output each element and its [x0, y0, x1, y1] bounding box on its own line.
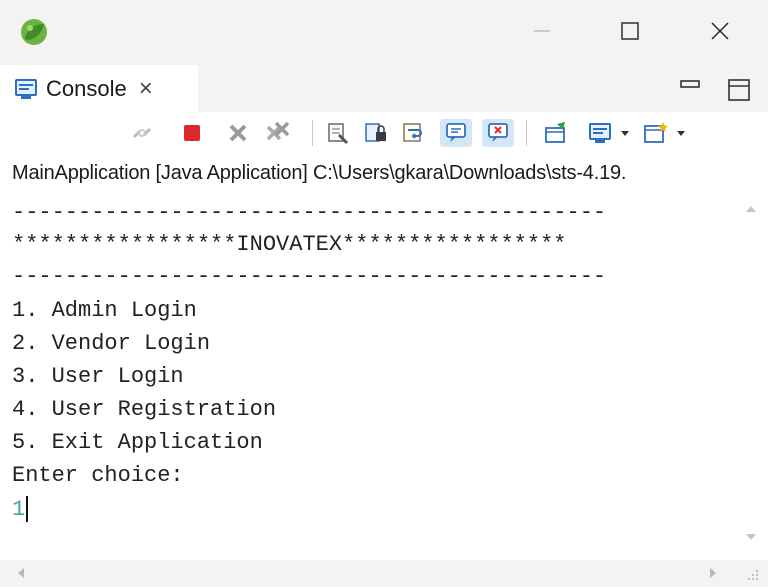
remove-launch-button[interactable] [224, 119, 252, 147]
text-caret [26, 496, 29, 523]
close-window-button[interactable] [690, 8, 750, 54]
remove-all-terminated-icon [266, 121, 290, 141]
console-output[interactable]: ----------------------------------------… [0, 192, 732, 560]
view-maximize-icon[interactable] [727, 78, 751, 102]
terminate-icon [184, 125, 200, 141]
show-on-stderr-button[interactable] [482, 119, 514, 147]
clear-console-button[interactable] [324, 119, 352, 147]
console-input-line[interactable]: 1 [12, 495, 29, 525]
pin-console-icon [545, 122, 565, 143]
console-line: 3. User Login [12, 364, 184, 389]
display-console-button[interactable] [586, 119, 614, 147]
maximize-button[interactable] [600, 8, 660, 54]
open-console-icon [644, 122, 668, 143]
tab-console[interactable]: Console × [0, 65, 198, 112]
console-line: 1. Admin Login [12, 298, 197, 323]
process-label: MainApplication [Java Application] C:\Us… [12, 162, 627, 184]
remove-launch-icon [229, 124, 247, 142]
console-line: 4. User Registration [12, 397, 277, 422]
word-wrap-icon [403, 123, 422, 142]
scroll-down-icon[interactable] [744, 530, 758, 544]
clear-console-icon [328, 123, 349, 145]
spring-tools-logo-icon [21, 19, 47, 45]
console-line: 5. Exit Application [12, 430, 263, 455]
chevron-down-icon[interactable] [676, 128, 686, 138]
resize-grip-icon[interactable] [746, 568, 760, 582]
view-tab-row: Console × [0, 62, 768, 112]
console-line: 2. Vendor Login [12, 331, 211, 356]
console-line: Enter choice: [12, 463, 184, 488]
view-minimize-icon[interactable] [680, 80, 700, 90]
scroll-left-icon[interactable] [14, 566, 28, 580]
display-console-icon [589, 123, 611, 143]
tab-console-label: Console [46, 75, 127, 101]
console-toolbar [0, 112, 768, 154]
remove-all-terminated-button[interactable] [264, 119, 292, 147]
scroll-up-icon[interactable] [744, 202, 758, 216]
open-console-button[interactable] [642, 119, 670, 147]
terminate-button[interactable] [178, 119, 206, 147]
user-input-text: 1 [12, 497, 26, 522]
pin-console-button[interactable] [542, 119, 570, 147]
toolbar-separator [526, 120, 527, 146]
show-on-stdout-icon [446, 123, 466, 142]
scroll-right-icon[interactable] [706, 566, 720, 580]
console-icon [15, 78, 37, 99]
show-on-stdout-button[interactable] [440, 119, 472, 147]
window-title-bar [0, 0, 768, 62]
scroll-lock-button[interactable] [362, 119, 390, 147]
disconnect-icon [132, 127, 152, 139]
console-line: *****************INOVATEX***************… [12, 232, 567, 257]
maximize-icon [621, 22, 639, 40]
show-on-stderr-icon [488, 123, 508, 142]
minimize-icon [534, 30, 550, 32]
scroll-lock-icon [365, 123, 386, 142]
close-icon [711, 22, 729, 40]
minimize-button[interactable] [512, 8, 572, 54]
tab-close-icon[interactable]: × [139, 76, 153, 101]
console-line: ----------------------------------------… [12, 200, 607, 225]
vertical-scrollbar[interactable] [732, 192, 768, 560]
chevron-down-icon[interactable] [620, 128, 630, 138]
toolbar-separator [312, 120, 313, 146]
console-line: ----------------------------------------… [12, 264, 607, 289]
word-wrap-button[interactable] [400, 119, 428, 147]
horizontal-scrollbar[interactable] [0, 560, 768, 587]
disconnect-button[interactable] [128, 119, 156, 147]
